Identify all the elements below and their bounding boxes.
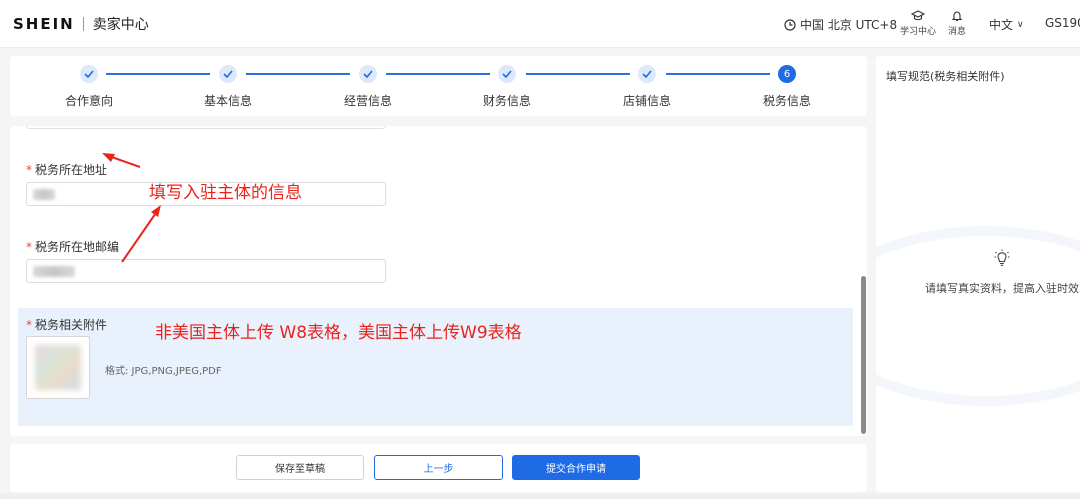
submit-application-button[interactable]: 提交合作申请: [512, 455, 640, 480]
messages-label: 消息: [948, 27, 967, 37]
language-selector[interactable]: 中文 ∨: [989, 16, 1024, 33]
messages-button[interactable]: 消息: [948, 10, 966, 37]
tax-postcode-input[interactable]: [26, 259, 386, 283]
top-header: SHEIN 卖家中心 中国 北京 UTC+8 学习中心 消息 中文 ∨ GS19…: [0, 0, 1080, 48]
shein-logo: SHEIN: [13, 15, 75, 33]
form-scrollbar[interactable]: [861, 276, 866, 434]
form-action-bar: 保存至草稿 上一步 提交合作申请: [10, 444, 867, 492]
step-connector: [526, 73, 630, 75]
account-name[interactable]: GS190: [1045, 16, 1080, 30]
format-hint: 格式: JPG,PNG,JPEG,PDF: [105, 366, 222, 377]
progress-stepper: 6 合作意向 基本信息 经营信息 财务信息 店铺信息 税务信息: [10, 56, 867, 116]
tax-info-form: * 税务所在地址 * 税务所在地邮编 * 税务相关附件 格式: JPG,PNG,JPE…: [10, 126, 867, 436]
step-connector: [666, 73, 770, 75]
app-name: 卖家中心: [92, 17, 149, 33]
guidelines-panel: 填写规范(税务相关附件) 请填写真实资料，提高入驻时效: [876, 56, 1080, 492]
annotation-fill-entity-info: 填写入驻主体的信息: [149, 183, 302, 203]
guidelines-tip: 请填写真实资料，提高入驻时效: [925, 282, 1079, 295]
tax-address-label: * 税务所在地址: [26, 163, 108, 177]
page-bottom-edge: [0, 493, 1080, 499]
step-5-check-icon: [638, 65, 656, 83]
step-label-tax-info[interactable]: 税务信息: [747, 92, 827, 109]
chevron-down-icon: ∨: [1017, 19, 1024, 30]
tax-postcode-label: * 税务所在地邮编: [26, 240, 120, 254]
language-label: 中文: [989, 18, 1014, 32]
step-label-finance-info[interactable]: 财务信息: [467, 92, 547, 109]
tax-attachment-label: * 税务相关附件: [26, 318, 108, 332]
step-4-check-icon: [498, 65, 516, 83]
decorative-swoosh: [876, 226, 1080, 406]
step-label-cooperation[interactable]: 合作意向: [49, 92, 129, 109]
step-label-store-info[interactable]: 店铺信息: [607, 92, 687, 109]
guidelines-title: 填写规范(税务相关附件): [886, 70, 1005, 83]
step-3-check-icon: [359, 65, 377, 83]
required-mark: *: [26, 318, 32, 332]
step-connector: [386, 73, 490, 75]
redacted-value: [33, 189, 55, 200]
learning-center-button[interactable]: 学习中心: [900, 10, 936, 37]
step-connector: [246, 73, 350, 75]
step-label-business-info[interactable]: 经营信息: [328, 92, 408, 109]
learning-center-label: 学习中心: [900, 27, 937, 37]
annotation-upload-tax-forms: 非美国主体上传 W8表格，美国主体上传W9表格: [155, 323, 522, 343]
step-6-number: 6: [778, 65, 796, 83]
step-1-check-icon: [80, 65, 98, 83]
step-2-check-icon: [219, 65, 237, 83]
uploaded-file-thumbnail[interactable]: [26, 336, 90, 399]
required-mark: *: [26, 240, 32, 254]
step-label-basic-info[interactable]: 基本信息: [188, 92, 268, 109]
save-draft-button[interactable]: 保存至草稿: [236, 455, 364, 480]
redacted-image: [35, 345, 81, 390]
required-mark: *: [26, 163, 32, 177]
step-connector: [106, 73, 210, 75]
timezone-selector[interactable]: 中国 北京 UTC+8: [784, 16, 897, 33]
bell-icon: [951, 11, 963, 22]
lightbulb-icon: [994, 249, 1010, 266]
brand-divider: [82, 17, 84, 31]
previous-step-button[interactable]: 上一步: [374, 455, 503, 480]
brand[interactable]: SHEIN 卖家中心: [13, 14, 149, 34]
redacted-value: [33, 266, 75, 277]
clock-icon: [784, 18, 796, 31]
timezone-label: 中国 北京 UTC+8: [800, 18, 898, 32]
previous-field-input[interactable]: [26, 126, 386, 129]
graduation-cap-icon: [911, 10, 925, 21]
